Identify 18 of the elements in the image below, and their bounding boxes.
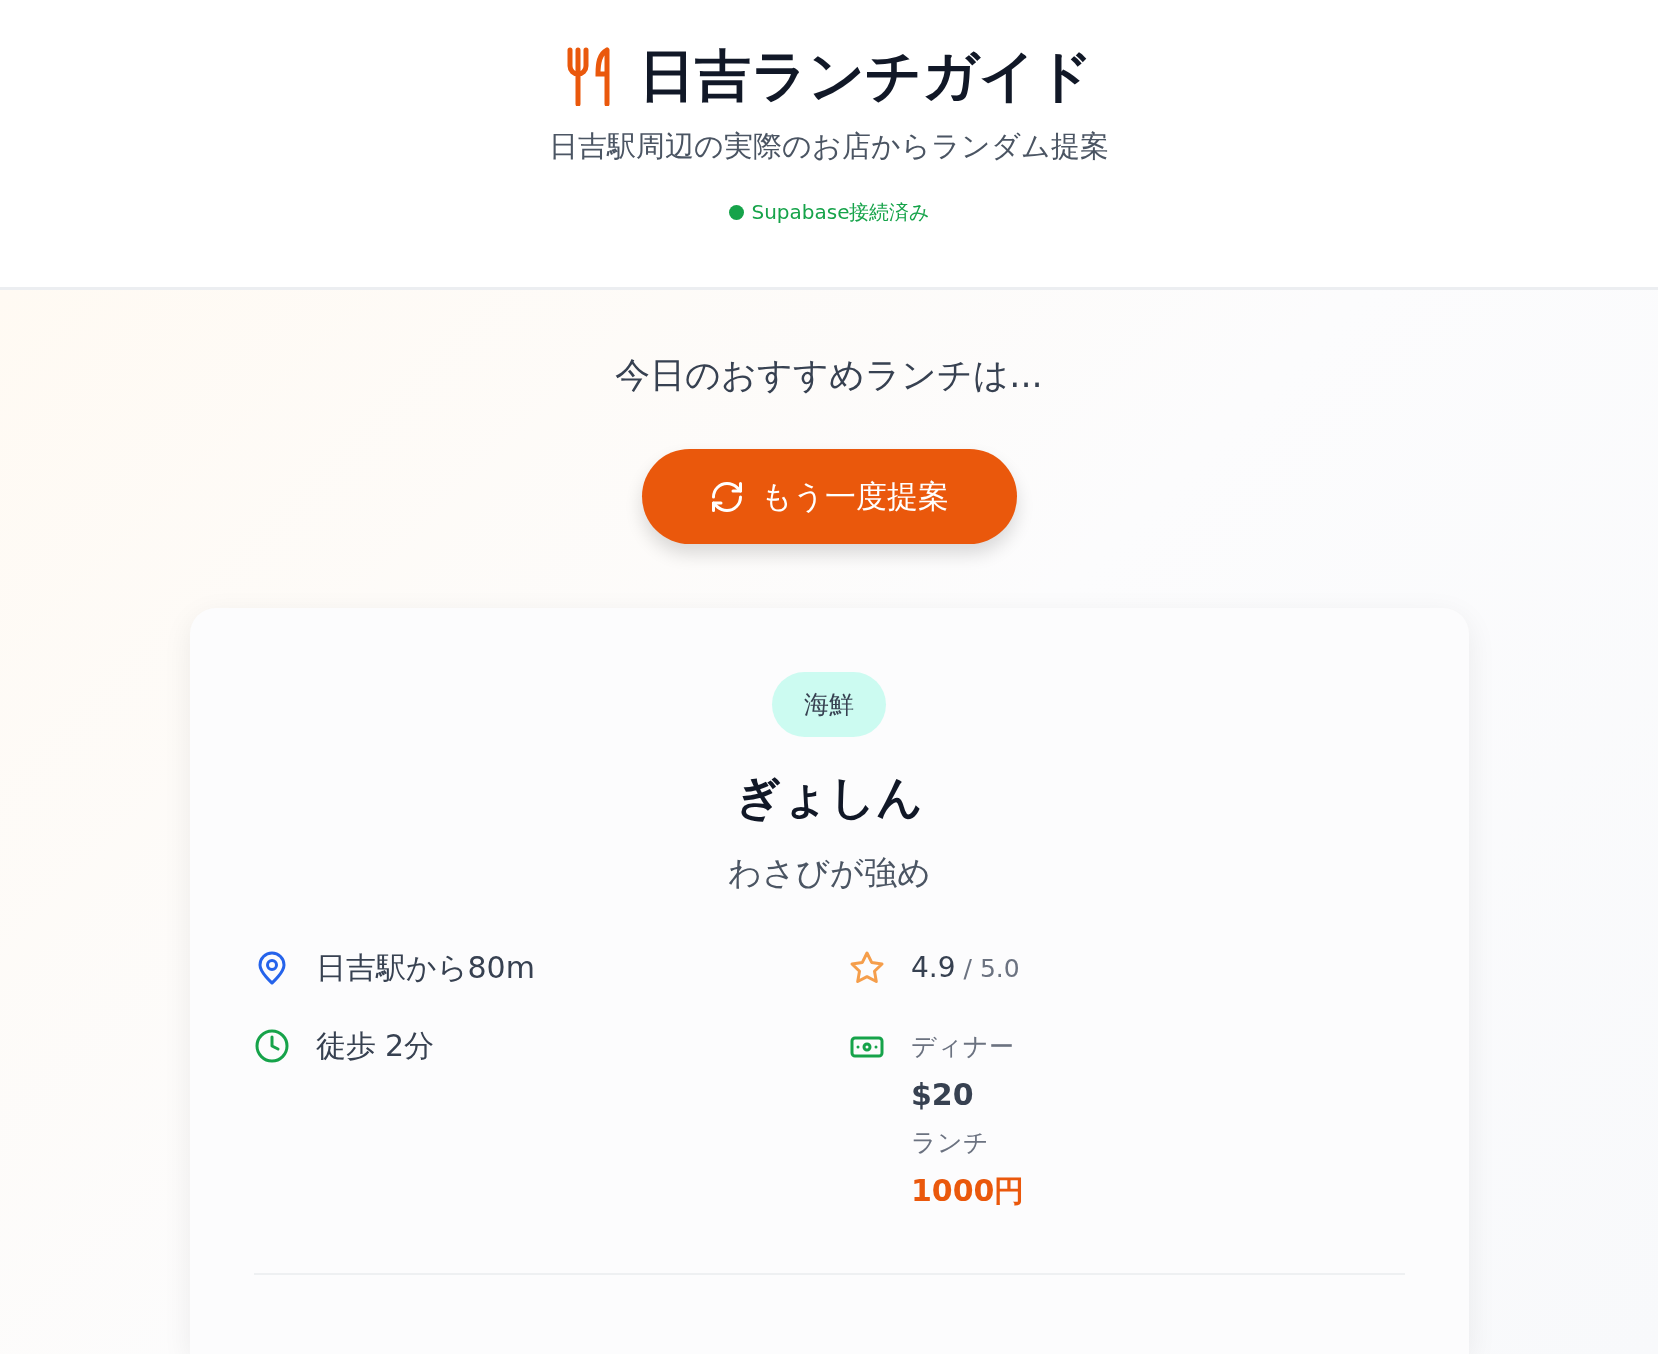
prompt-heading: 今日のおすすめランチは... <box>615 354 1043 397</box>
price-amount: $20 <box>911 1076 975 1114</box>
rating-max: / 5.0 <box>963 954 1020 983</box>
restaurant-name: ぎょしん <box>735 769 923 826</box>
app-subtitle: 日吉駅周辺の実際のお店からランダム提案 <box>549 128 1109 166</box>
connection-status: Supabase接続済み <box>751 199 930 227</box>
price-amount: 1000円 <box>911 1172 1025 1210</box>
category-tag: 海鮮 <box>772 672 886 737</box>
walking-time: 徒歩 2分 <box>315 1027 435 1065</box>
rating-value: 4.9 <box>911 951 956 984</box>
app-title: 日吉ランチガイド <box>639 42 1093 110</box>
price-label: ランチ <box>911 1127 990 1159</box>
clock-icon <box>253 1028 290 1064</box>
suggest-again-button[interactable]: もう一度提案 <box>641 449 1017 544</box>
star-icon <box>849 950 885 986</box>
price-label: ディナー <box>911 1031 1015 1063</box>
distance-text: 日吉駅から80m <box>315 949 535 987</box>
restaurant-description: わさびが強め <box>727 852 931 894</box>
